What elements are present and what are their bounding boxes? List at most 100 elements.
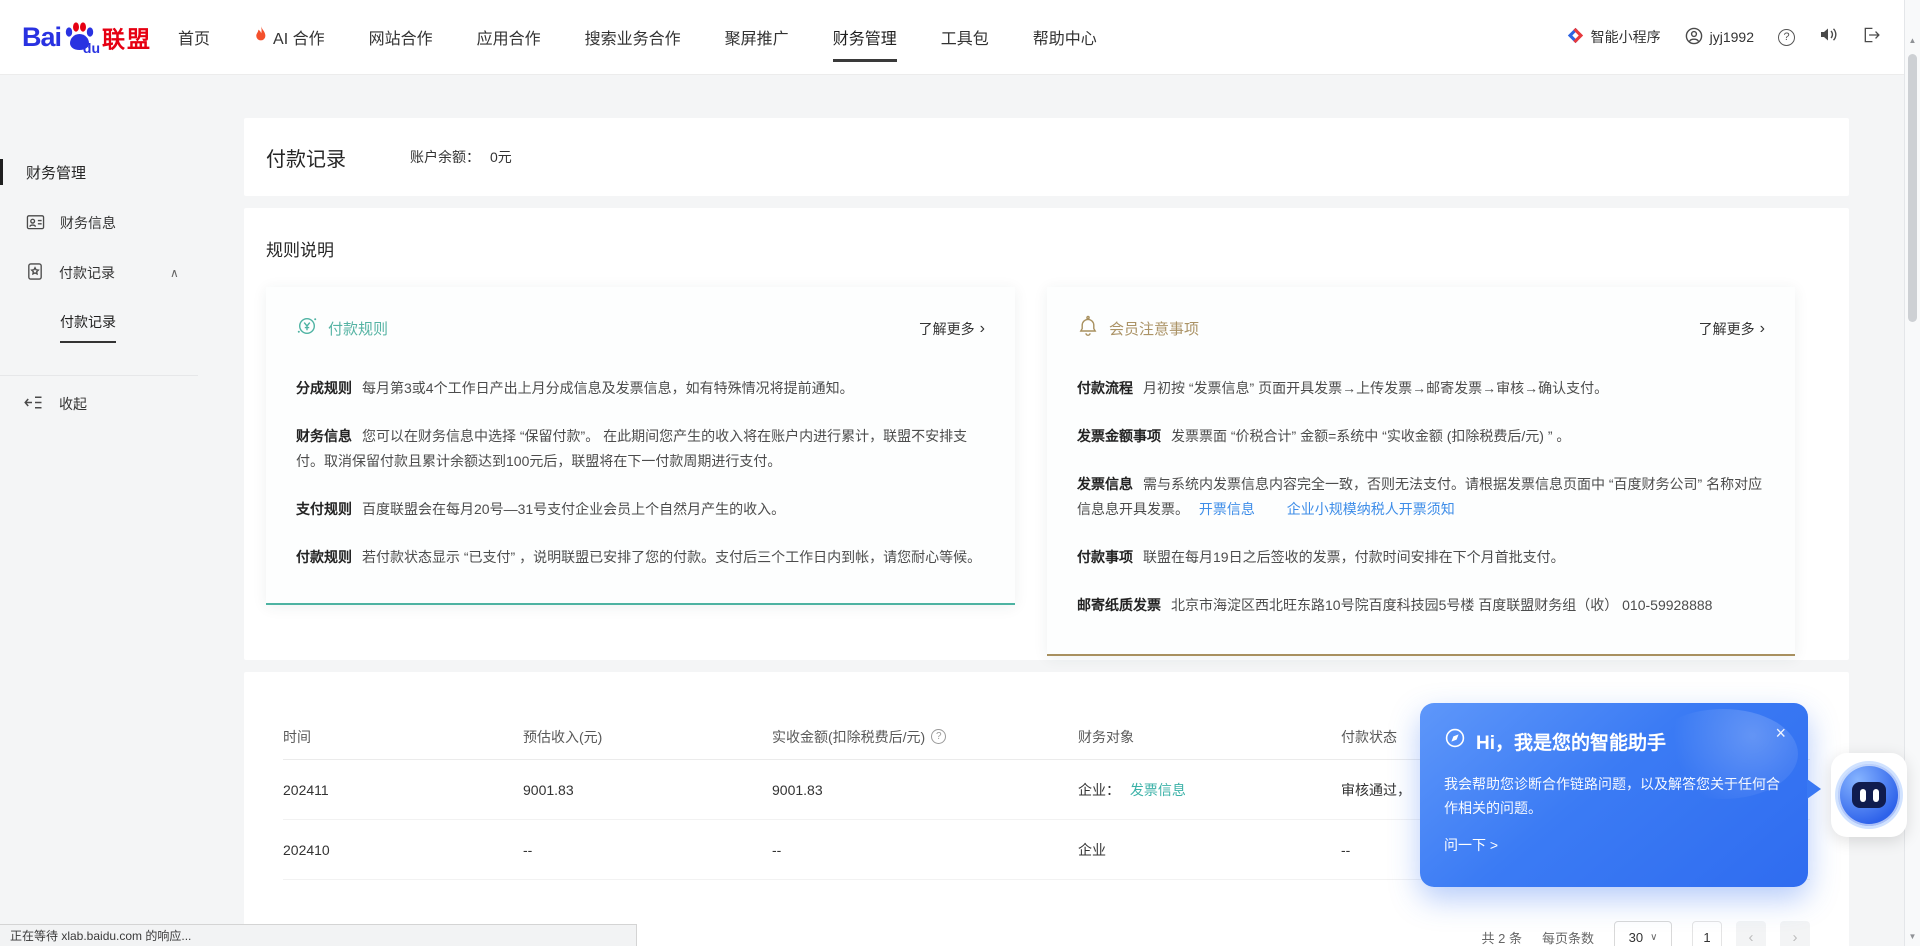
rule-item: 财务信息您可以在财务信息中选择 “保留付款”。 在此期间您产生的收入将在账户内进… (296, 424, 985, 474)
baidu-paw-icon: du (62, 21, 96, 53)
chevron-right-icon: › (1760, 320, 1765, 338)
sidebar-item-payment-record[interactable]: 付款记录 ∧ (26, 260, 222, 286)
nav-item-app[interactable]: 应用合作 (477, 0, 541, 74)
payment-rules-header: 付款规则 了解更多 › (296, 315, 985, 342)
flame-icon (254, 26, 268, 49)
question-circle-icon[interactable]: ? (931, 729, 946, 744)
top-navbar: Bai du 联盟 首页 AI 合作 网站合作 (0, 0, 1920, 75)
sound-icon[interactable] (1819, 26, 1838, 48)
rule-item: 付款事项联盟在每月19日之后签收的发票，付款时间安排在下个月首批支付。 (1077, 545, 1765, 570)
assistant-fab-button[interactable] (1838, 764, 1900, 826)
nav-item-search-biz[interactable]: 搜索业务合作 (585, 0, 681, 74)
rule-item: 付款规则若付款状态显示 “已支付” ，说明联盟已安排了您的付款。支付后三个工作日… (296, 545, 985, 570)
user-icon (1685, 27, 1703, 48)
invoice-info-table-link[interactable]: 发票信息 (1130, 782, 1186, 798)
close-icon[interactable]: × (1775, 723, 1786, 744)
cell-actual: 9001.83 (772, 782, 1078, 798)
payment-rules-more-link[interactable]: 了解更多 › (919, 319, 985, 339)
cell-estimated: 9001.83 (523, 782, 772, 798)
per-page-label: 每页条数 (1542, 928, 1594, 946)
nav-item-screen-promo[interactable]: 聚屏推广 (725, 0, 789, 74)
col-finance-target: 财务对象 (1078, 727, 1341, 747)
assistant-title: Hi，我是您的智能助手 (1476, 728, 1666, 755)
rule-item: 发票金额事项发票票面 “价税合计” 金额=系统中 “实收金额 (扣除税费后/元)… (1077, 424, 1765, 449)
chevron-up-icon[interactable]: ∧ (170, 266, 179, 280)
nav-item-website[interactable]: 网站合作 (369, 0, 433, 74)
cell-estimated: -- (523, 842, 772, 858)
logo-bai-text: Bai (22, 22, 61, 53)
bell-icon (1077, 315, 1099, 342)
cell-time: 202410 (283, 842, 523, 858)
page-number-button[interactable]: 1 (1692, 921, 1722, 946)
rule-item: 发票信息需与系统内发票信息内容完全一致，否则无法支付。请根据发票信息页面中 “百… (1077, 472, 1765, 522)
nav-item-toolkit[interactable]: 工具包 (941, 0, 989, 74)
rule-item: 邮寄纸质发票北京市海淀区西北旺东路10号院百度科技园5号楼 百度联盟财务组（收）… (1077, 593, 1765, 618)
help-icon[interactable]: ? (1778, 29, 1795, 46)
cell-target: 企业 (1078, 840, 1341, 860)
compass-icon (1444, 727, 1466, 755)
scroll-up-arrow[interactable]: ▲ (1905, 36, 1920, 45)
member-notes-card: 会员注意事项 了解更多 › 付款流程月初按 “发票信息” 页面开具发票→上传发票… (1047, 287, 1795, 656)
nav-item-help-center[interactable]: 帮助中心 (1033, 0, 1097, 74)
payment-rules-title: 付款规则 (328, 318, 388, 339)
next-page-button[interactable]: › (1780, 921, 1810, 946)
rule-item: 支付规则百度联盟会在每月20号—31号支付企业会员上个自然月产生的收入。 (296, 497, 985, 522)
rules-section-title: 规则说明 (266, 236, 1827, 261)
rule-item: 分成规则每月第3或4个工作日产出上月分成信息及发票信息，如有特殊情况将提前通知。 (296, 376, 985, 401)
nav-item-ai[interactable]: AI 合作 (254, 0, 325, 74)
prev-page-button[interactable]: ‹ (1736, 921, 1766, 946)
robot-face-icon (1852, 782, 1886, 808)
nav-item-finance[interactable]: 财务管理 (833, 0, 897, 74)
sidebar-divider (0, 375, 198, 376)
cell-time: 202411 (283, 782, 523, 798)
sidebar-collapse-button[interactable]: 收起 (24, 391, 87, 417)
invoice-info-link[interactable]: 开票信息 (1199, 501, 1255, 517)
sidebar: 财务管理 财务信息 付款记录 ∧ 付款记录 (0, 75, 244, 946)
logo-du-text: du (83, 40, 100, 56)
cell-actual: -- (772, 842, 1078, 858)
total-count: 共 2 条 (1482, 928, 1522, 946)
navbar-right: 智能小程序 jyj1992 ? (1567, 26, 1880, 49)
miniapp-entry[interactable]: 智能小程序 (1567, 27, 1661, 47)
record-badge-icon (26, 262, 44, 284)
logo-union-text: 联盟 (102, 20, 152, 54)
nav-item-home[interactable]: 首页 (178, 0, 210, 74)
sidebar-section-title: 财务管理 (0, 158, 244, 186)
ask-now-link[interactable]: 问一下 > (1444, 835, 1498, 855)
rules-card: 规则说明 付款规则 (244, 208, 1849, 660)
member-notes-body: 付款流程月初按 “发票信息” 页面开具发票→上传发票→邮寄发票→审核→确认支付。… (1077, 376, 1765, 618)
balance-label: 账户余额： (410, 147, 480, 167)
baidu-union-logo[interactable]: Bai du 联盟 (22, 20, 152, 54)
rule-item: 付款流程月初按 “发票信息” 页面开具发票→上传发票→邮寄发票→审核→确认支付。 (1077, 376, 1765, 401)
miniapp-diamond-icon (1567, 27, 1584, 47)
member-notes-header: 会员注意事项 了解更多 › (1077, 315, 1765, 342)
member-notes-more-link[interactable]: 了解更多 › (1699, 319, 1765, 339)
col-time: 时间 (283, 727, 523, 747)
baidu-union-finance-page: Bai du 联盟 首页 AI 合作 网站合作 (0, 0, 1920, 946)
col-actual-amount: 实收金额(扣除税费后/元) ? (772, 727, 1078, 747)
balance-value: 0元 (490, 147, 512, 167)
col-estimated-income: 预估收入(元) (523, 727, 772, 747)
payment-rules-card: 付款规则 了解更多 › 分成规则每月第3或4个工作日产出上月分成信息及发票信息，… (266, 287, 1015, 605)
collapse-icon (24, 395, 43, 413)
scroll-down-arrow[interactable]: ▼ (1905, 932, 1920, 941)
status-text: 正在等待 xlab.baidu.com 的响应... (10, 927, 191, 944)
per-page-select[interactable]: 30 ∨ (1614, 921, 1672, 946)
browser-status-bar: 正在等待 xlab.baidu.com 的响应... (0, 924, 637, 946)
cell-target: 企业： 发票信息 (1078, 780, 1341, 800)
id-card-icon (26, 213, 45, 234)
sidebar-item-finance-info[interactable]: 财务信息 (26, 210, 222, 236)
scrollbar-thumb[interactable] (1908, 54, 1917, 322)
logout-icon[interactable] (1862, 26, 1880, 49)
assistant-fab-backdrop (1831, 753, 1907, 837)
sidebar-subitem-payment-record[interactable]: 付款记录 (60, 312, 116, 343)
rule-cards-row: 付款规则 了解更多 › 分成规则每月第3或4个工作日产出上月分成信息及发票信息，… (266, 287, 1827, 656)
small-taxpayer-guide-link[interactable]: 企业小规模纳税人开票须知 (1287, 501, 1455, 517)
payment-record-header-card: 付款记录 账户余额： 0元 (244, 118, 1849, 196)
chevron-right-icon: › (980, 320, 985, 338)
coin-icon (296, 315, 318, 342)
user-account[interactable]: jyj1992 (1685, 27, 1754, 48)
pagination: 共 2 条 每页条数 30 ∨ 1 ‹ › (1482, 921, 1810, 946)
member-notes-title: 会员注意事项 (1109, 318, 1199, 339)
main-nav: 首页 AI 合作 网站合作 应用合作 搜索业务合作 聚屏推广 财务管理 工具包 … (178, 0, 1097, 74)
